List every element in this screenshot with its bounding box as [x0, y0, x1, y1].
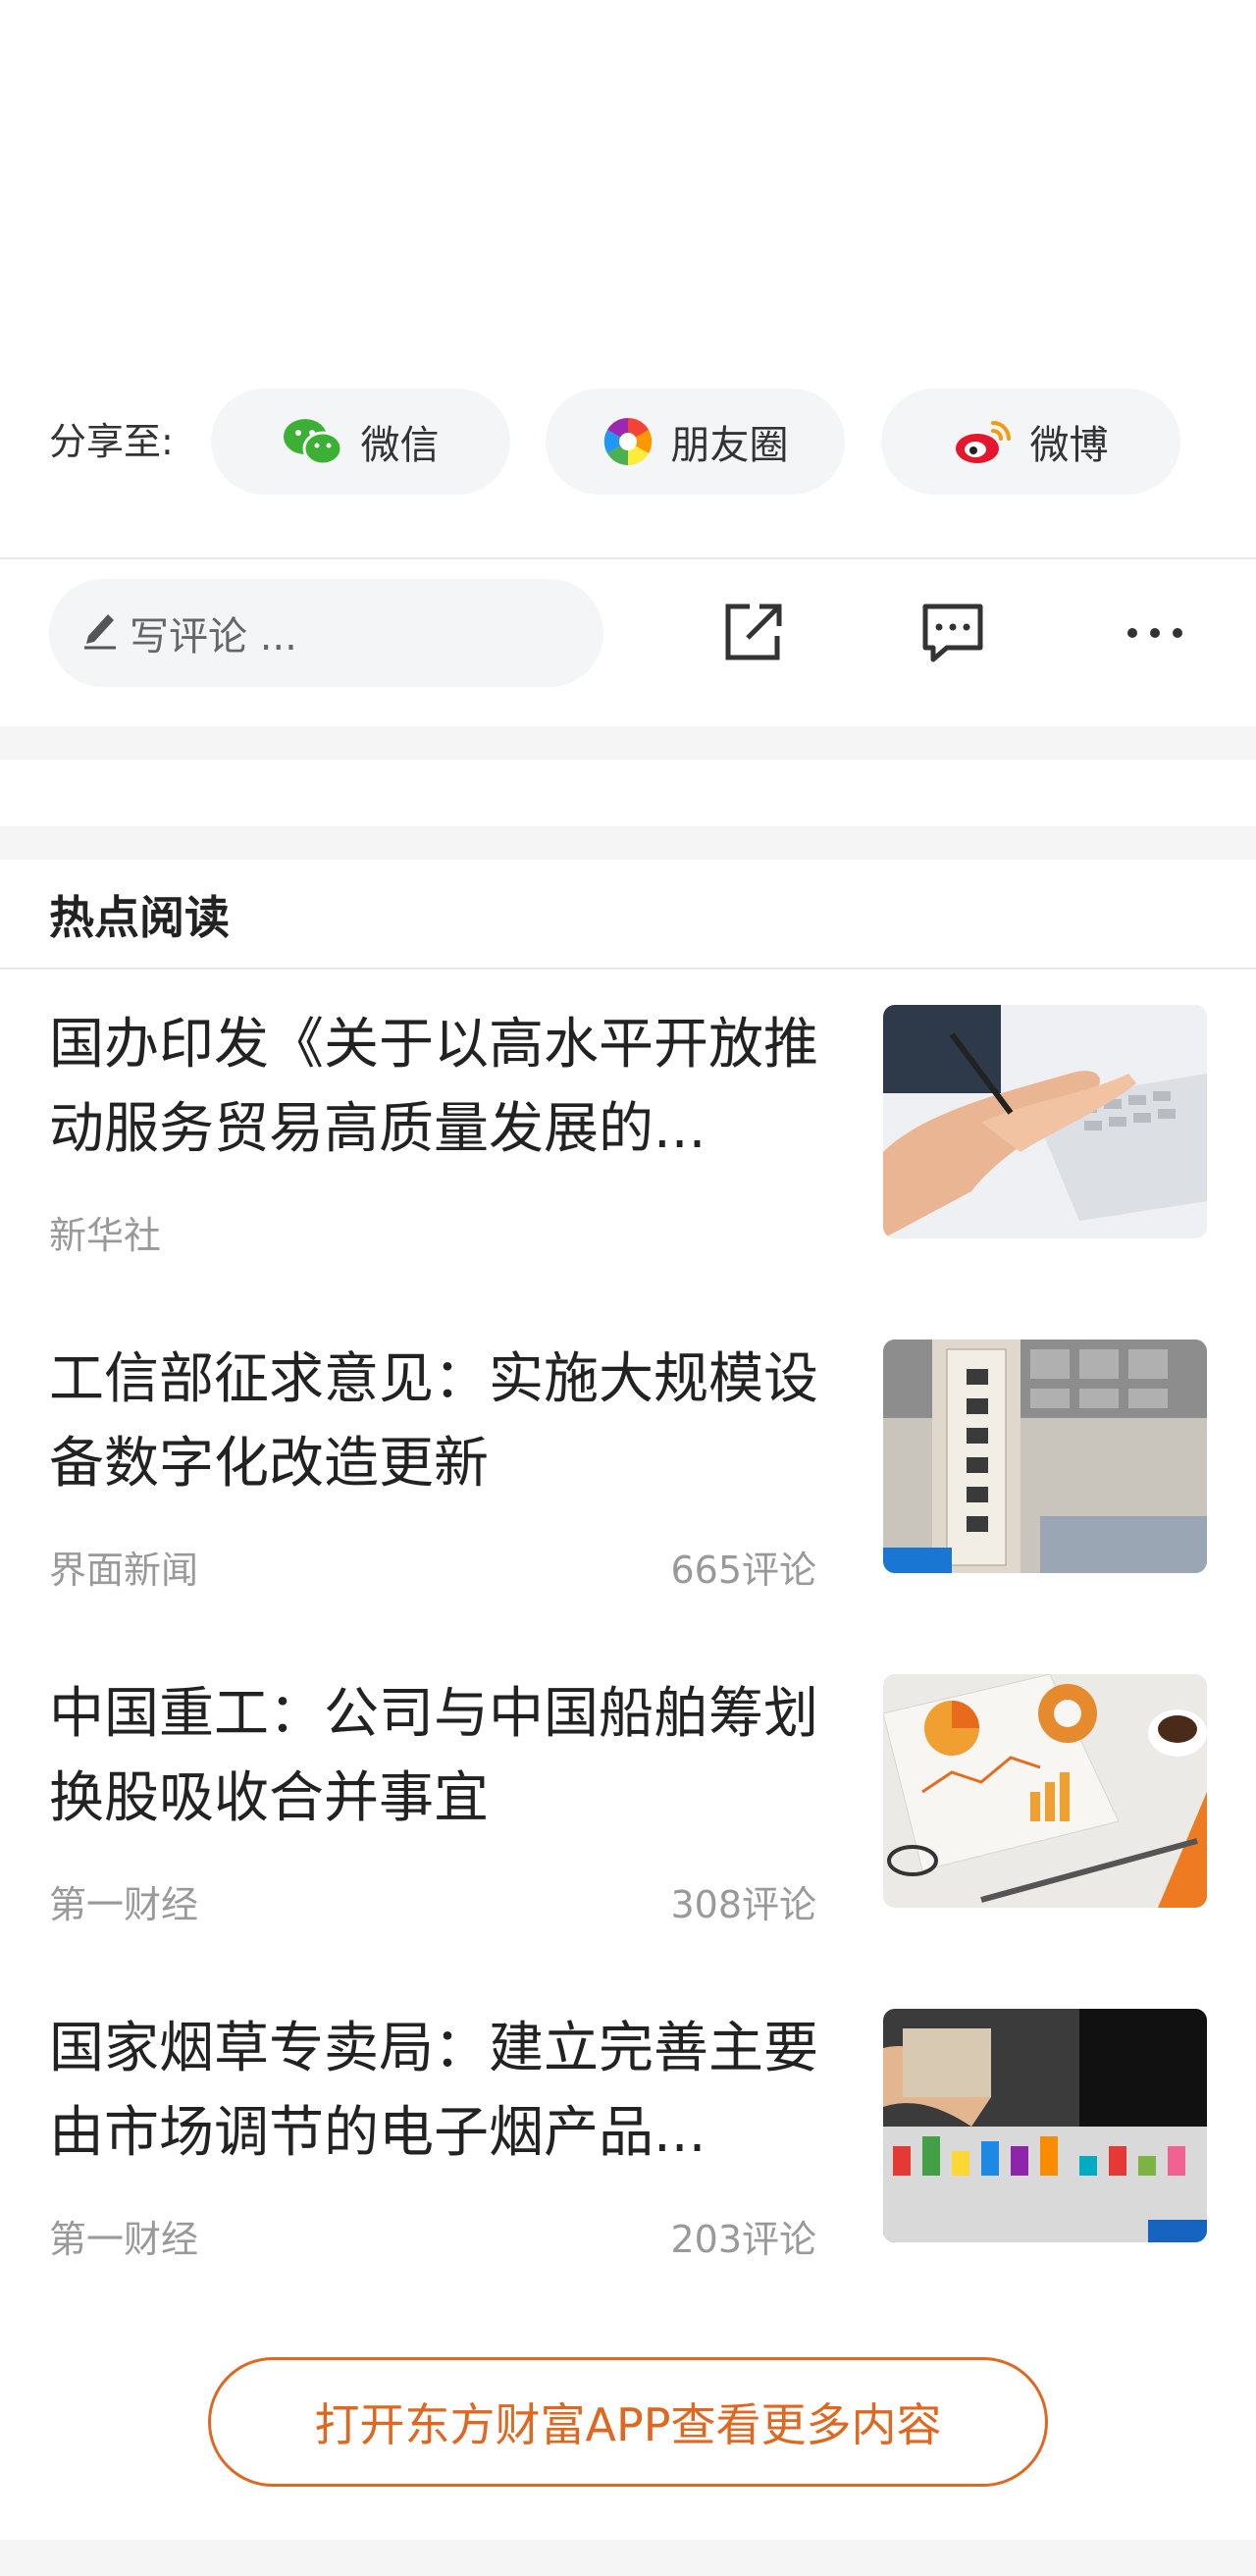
moments-icon	[602, 416, 654, 467]
news-item[interactable]: 国家烟草专卖局：建立完善主要由市场调节的电子烟产品... 第一财经 203评论	[0, 2007, 1256, 2341]
more-icon[interactable]	[1111, 589, 1199, 677]
share-weibo-label: 微博	[1029, 423, 1109, 468]
news-item[interactable]: 中国重工：公司与中国船舶筹划换股吸收合并事宜 第一财经 308评论	[0, 1672, 1256, 2007]
divider	[0, 968, 1256, 970]
share-external-icon[interactable]	[708, 589, 797, 677]
news-item[interactable]: 国办印发《关于以高水平开放推动服务贸易高质量发展的... 新华社	[0, 1003, 1256, 1338]
section-separator	[0, 726, 1256, 760]
news-title: 国家烟草专卖局：建立完善主要由市场调节的电子烟产品...	[49, 2017, 818, 2165]
news-thumbnail	[883, 1674, 1207, 1908]
share-wechat-label: 微信	[360, 423, 440, 468]
news-comment-count: 665评论	[670, 1549, 816, 1592]
comment-bubble-icon[interactable]	[909, 589, 997, 677]
wechat-icon	[283, 416, 343, 467]
section-separator	[0, 826, 1256, 860]
share-weibo-button[interactable]: 微博	[881, 389, 1180, 495]
share-wechat-button[interactable]: 微信	[211, 389, 510, 495]
hot-reading-title: 热点阅读	[49, 891, 230, 944]
news-source: 第一财经	[49, 2218, 199, 2261]
divider	[0, 557, 1256, 559]
news-title: 国办印发《关于以高水平开放推动服务贸易高质量发展的...	[49, 1013, 818, 1161]
news-comment-count: 308评论	[670, 1883, 816, 1926]
news-comment-count: 203评论	[670, 2218, 816, 2261]
weibo-icon	[954, 417, 1013, 466]
news-title: 中国重工：公司与中国船舶筹划换股吸收合并事宜	[49, 1682, 818, 1830]
write-comment-input[interactable]: 写评论 ...	[49, 579, 603, 687]
share-label: 分享至:	[49, 420, 174, 463]
share-moments-button[interactable]: 朋友圈	[546, 389, 845, 495]
open-app-button[interactable]: 打开东方财富APP查看更多内容	[208, 2357, 1048, 2487]
news-thumbnail	[883, 1005, 1207, 1238]
news-item[interactable]: 工信部征求意见：实施大规模设备数字化改造更新 界面新闻 665评论	[0, 1338, 1256, 1672]
news-thumbnail	[883, 2009, 1207, 2242]
news-source: 第一财经	[49, 1883, 199, 1926]
news-source: 新华社	[49, 1214, 162, 1257]
write-comment-placeholder: 写评论 ...	[130, 614, 297, 659]
pencil-icon	[80, 606, 120, 659]
news-source: 界面新闻	[49, 1549, 199, 1592]
news-title: 工信部征求意见：实施大规模设备数字化改造更新	[49, 1347, 818, 1496]
news-thumbnail	[883, 1340, 1207, 1573]
bottom-band	[0, 2540, 1256, 2576]
share-moments-label: 朋友圈	[670, 423, 789, 468]
